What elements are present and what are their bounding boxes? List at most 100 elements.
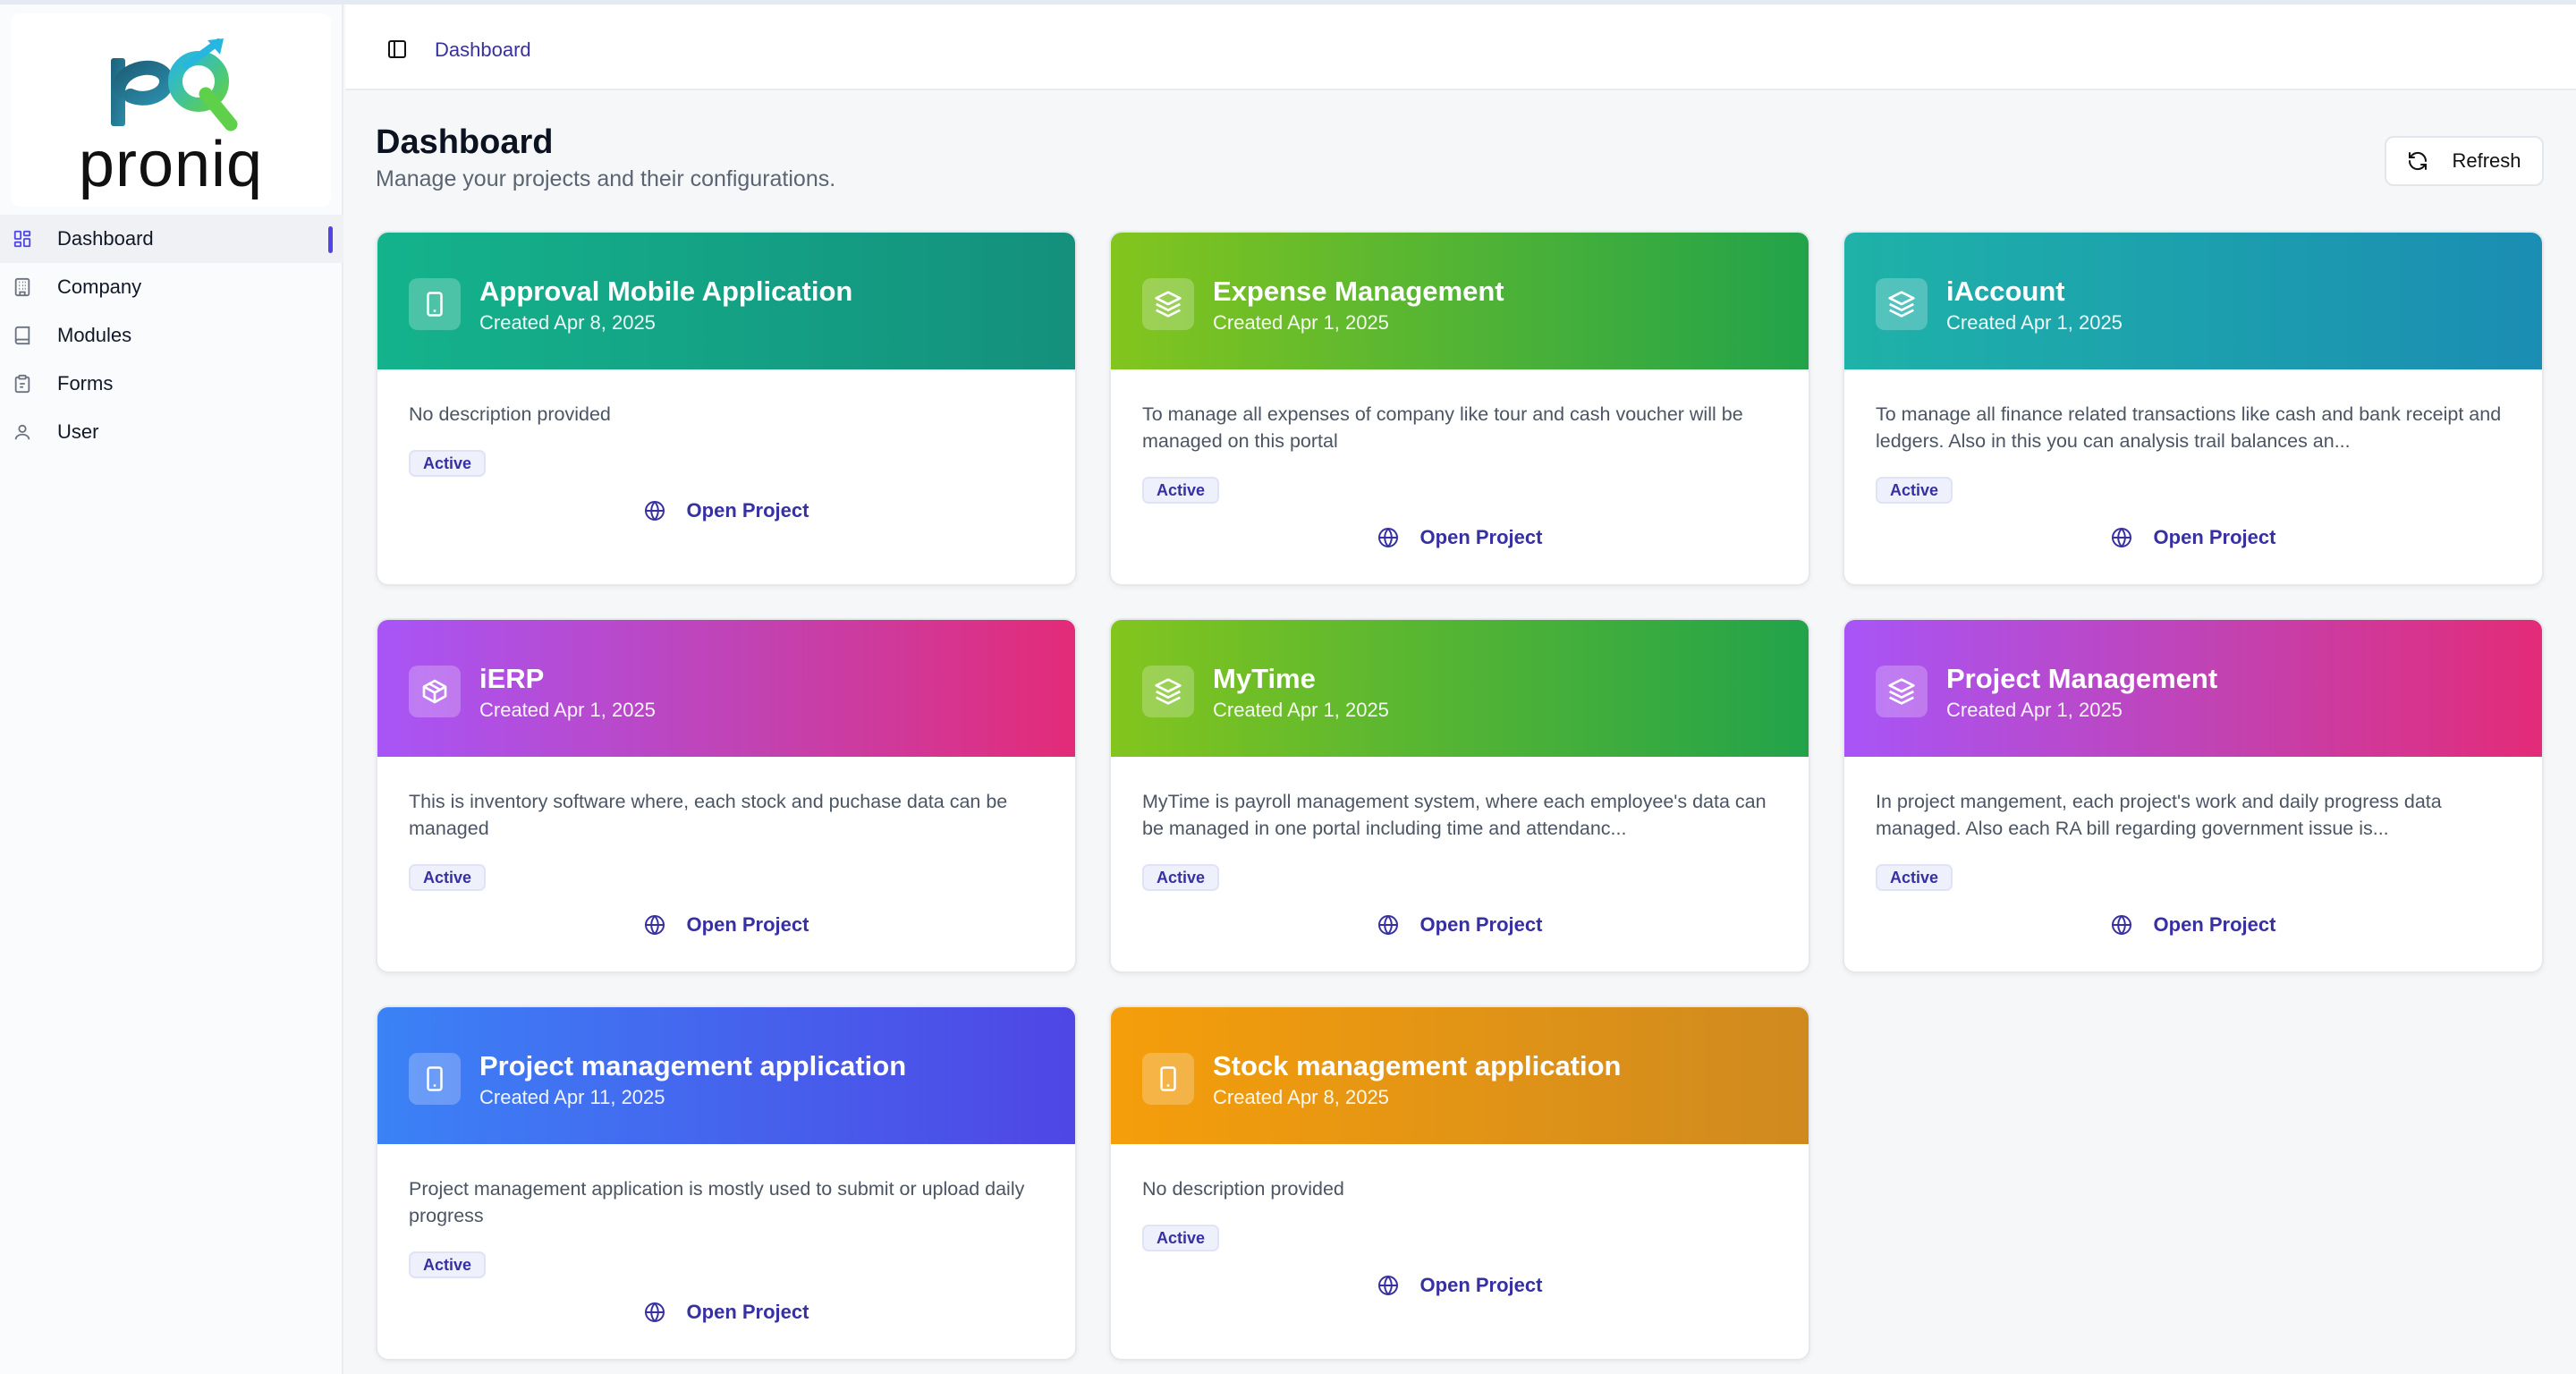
status-badge: Active	[1142, 477, 1220, 504]
project-card: Approval Mobile Application Created Apr …	[376, 231, 1077, 586]
project-card: iAccount Created Apr 1, 2025 To manage a…	[1843, 231, 2544, 586]
card-description: Project management application is mostly…	[409, 1178, 1025, 1226]
smartphone-icon	[1142, 1053, 1194, 1105]
globe-icon	[644, 914, 665, 936]
user-icon	[13, 422, 32, 442]
breadcrumb[interactable]: Dashboard	[435, 38, 531, 62]
card-description: No description provided	[409, 403, 611, 425]
card-title: Project Management	[1946, 663, 2218, 694]
card-title: MyTime	[1213, 663, 1316, 694]
layers-icon	[1142, 666, 1194, 717]
smartphone-icon	[409, 278, 461, 330]
card-created-date: Created Apr 1, 2025	[1946, 699, 2123, 721]
open-project-label: Open Project	[1419, 913, 1543, 936]
card-description: In project mangement, each project's wor…	[1876, 791, 2442, 839]
open-project-link[interactable]: Open Project	[1844, 913, 2542, 937]
clipboard-icon	[13, 374, 32, 394]
open-project-link[interactable]: Open Project	[377, 1301, 1075, 1324]
globe-icon	[1377, 1275, 1399, 1296]
status-badge: Active	[1876, 864, 1953, 891]
proniq-logo-mark	[111, 38, 238, 131]
sidebar-toggle-icon[interactable]	[386, 38, 408, 60]
refresh-button[interactable]: Refresh	[2385, 136, 2544, 186]
open-project-label: Open Project	[2153, 526, 2276, 548]
open-project-link[interactable]: Open Project	[377, 499, 1075, 522]
card-description: To manage all finance related transactio…	[1876, 403, 2502, 452]
sidebar: proniq Dashboard Company Modules Forms U…	[0, 4, 343, 1374]
card-header: iERP Created Apr 1, 2025	[377, 620, 1075, 757]
open-project-label: Open Project	[686, 913, 809, 936]
layers-icon	[1876, 278, 1928, 330]
status-badge: Active	[1876, 477, 1953, 504]
project-card: iERP Created Apr 1, 2025 This is invento…	[376, 618, 1077, 973]
card-title: iERP	[479, 663, 545, 694]
sidebar-nav: Dashboard Company Modules Forms User	[0, 215, 343, 456]
card-description: This is inventory software where, each s…	[409, 791, 1008, 839]
layers-icon	[1142, 278, 1194, 330]
card-title: Expense Management	[1213, 276, 1504, 307]
globe-icon	[644, 500, 665, 522]
status-badge: Active	[409, 1251, 487, 1278]
card-header: Project Management Created Apr 1, 2025	[1844, 620, 2542, 757]
open-project-label: Open Project	[1419, 1274, 1543, 1296]
card-header: Project management application Created A…	[377, 1007, 1075, 1144]
sidebar-item-modules[interactable]: Modules	[0, 311, 343, 360]
brand-name: proniq	[78, 129, 264, 200]
card-description: No description provided	[1142, 1178, 1344, 1200]
card-title: Stock management application	[1213, 1050, 1622, 1081]
open-project-link[interactable]: Open Project	[1111, 913, 1809, 937]
sidebar-item-label: Forms	[57, 372, 114, 394]
globe-icon	[1377, 527, 1399, 548]
card-created-date: Created Apr 1, 2025	[1213, 699, 1389, 721]
open-project-link[interactable]: Open Project	[1111, 1274, 1809, 1297]
card-created-date: Created Apr 11, 2025	[479, 1086, 665, 1108]
card-header: Approval Mobile Application Created Apr …	[377, 233, 1075, 369]
open-project-link[interactable]: Open Project	[377, 913, 1075, 937]
status-badge: Active	[409, 450, 487, 477]
sidebar-item-forms[interactable]: Forms	[0, 360, 343, 408]
sidebar-item-company[interactable]: Company	[0, 263, 343, 311]
card-created-date: Created Apr 1, 2025	[1946, 311, 2123, 334]
globe-icon	[2111, 914, 2132, 936]
sidebar-item-label: Company	[57, 276, 142, 298]
open-project-label: Open Project	[686, 1301, 809, 1323]
card-header: Stock management application Created Apr…	[1111, 1007, 1809, 1144]
globe-icon	[644, 1302, 665, 1323]
card-title: Approval Mobile Application	[479, 276, 853, 307]
sidebar-item-dashboard[interactable]: Dashboard	[0, 215, 343, 263]
open-project-link[interactable]: Open Project	[1844, 526, 2542, 549]
open-project-label: Open Project	[686, 499, 809, 522]
open-project-label: Open Project	[1419, 526, 1543, 548]
card-header: iAccount Created Apr 1, 2025	[1844, 233, 2542, 369]
grid-icon	[13, 229, 32, 249]
card-created-date: Created Apr 1, 2025	[1213, 311, 1389, 334]
status-badge: Active	[409, 864, 487, 891]
card-description: MyTime is payroll management system, whe…	[1142, 791, 1767, 839]
book-icon	[13, 326, 32, 345]
page-subtitle: Manage your projects and their configura…	[376, 166, 836, 191]
top-bar: Dashboard	[345, 4, 2576, 90]
page-title: Dashboard	[376, 123, 554, 161]
layers-icon	[1876, 666, 1928, 717]
smartphone-icon	[409, 1053, 461, 1105]
status-badge: Active	[1142, 864, 1220, 891]
refresh-label: Refresh	[2452, 149, 2521, 172]
card-header: Expense Management Created Apr 1, 2025	[1111, 233, 1809, 369]
open-project-label: Open Project	[2153, 913, 2276, 936]
project-card: Project management application Created A…	[376, 1005, 1077, 1361]
refresh-icon	[2407, 150, 2428, 172]
globe-icon	[2111, 527, 2132, 548]
sidebar-item-user[interactable]: User	[0, 408, 343, 456]
package-icon	[409, 666, 461, 717]
open-project-link[interactable]: Open Project	[1111, 526, 1809, 549]
card-created-date: Created Apr 1, 2025	[479, 699, 656, 721]
sidebar-item-label: Modules	[57, 324, 132, 346]
globe-icon	[1377, 914, 1399, 936]
project-card: Project Management Created Apr 1, 2025 I…	[1843, 618, 2544, 973]
status-badge: Active	[1142, 1225, 1220, 1251]
card-header: MyTime Created Apr 1, 2025	[1111, 620, 1809, 757]
card-title: iAccount	[1946, 276, 2065, 307]
logo: proniq	[11, 13, 331, 207]
sidebar-item-label: User	[57, 420, 99, 443]
card-description: To manage all expenses of company like t…	[1142, 403, 1743, 452]
